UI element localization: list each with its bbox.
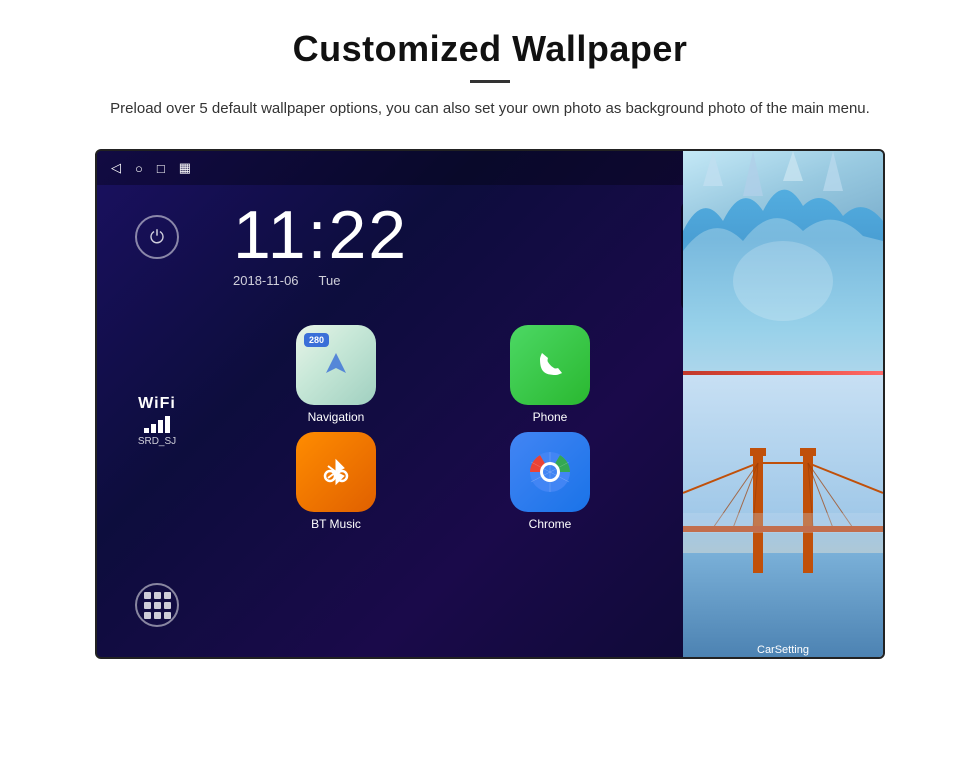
power-icon: ⏻ xyxy=(150,227,164,248)
demo-area: ◁ ○ □ ▦ 📍 ▾ 11:22 ⏻ WiFi xyxy=(0,139,980,659)
home-icon: ○ xyxy=(135,161,143,176)
apps-button[interactable] xyxy=(135,583,179,627)
navigation-icon: 280 xyxy=(296,325,376,405)
title-divider xyxy=(470,80,510,83)
wifi-ssid: SRD_SJ xyxy=(138,436,176,447)
clock-day: Tue xyxy=(319,273,341,288)
wallpaper-bridge[interactable]: CarSetting xyxy=(683,375,883,659)
bt-music-icon xyxy=(296,432,376,512)
chrome-label: Chrome xyxy=(529,517,572,531)
wifi-bar-4 xyxy=(165,416,170,433)
bt-music-label: BT Music xyxy=(311,517,361,531)
wifi-bars xyxy=(138,416,176,433)
wifi-bar-1 xyxy=(144,428,149,433)
back-icon: ◁ xyxy=(111,160,121,176)
wifi-label: WiFi xyxy=(138,395,176,413)
chrome-icon xyxy=(510,432,590,512)
navigation-label: Navigation xyxy=(308,410,365,424)
page-title: Customized Wallpaper xyxy=(80,28,900,70)
recents-icon: □ xyxy=(157,161,165,176)
phone-icon xyxy=(510,325,590,405)
wallpaper-ice[interactable] xyxy=(683,151,883,371)
wifi-widget: WiFi SRD_SJ xyxy=(138,395,176,447)
status-left: ◁ ○ □ ▦ xyxy=(111,160,191,176)
wallpaper-panel: CarSetting xyxy=(683,151,883,659)
power-button[interactable]: ⏻ xyxy=(135,215,179,259)
wifi-bar-3 xyxy=(158,420,163,433)
page-header: Customized Wallpaper Preload over 5 defa… xyxy=(0,0,980,139)
clock-time: 11:22 xyxy=(233,201,661,269)
page-description: Preload over 5 default wallpaper options… xyxy=(80,97,900,121)
app-bt-music[interactable]: BT Music xyxy=(233,432,439,531)
clock-date: 2018-11-06 Tue xyxy=(233,273,661,288)
left-sidebar: ⏻ WiFi SRD_SJ xyxy=(97,185,217,657)
apps-grid-icon xyxy=(144,592,171,619)
carsetting-label: CarSetting xyxy=(683,644,883,656)
wifi-bar-2 xyxy=(151,424,156,433)
phone-label: Phone xyxy=(533,410,568,424)
clock-date-value: 2018-11-06 xyxy=(233,273,299,288)
app-navigation[interactable]: 280 Navigation xyxy=(233,325,439,424)
nav-badge: 280 xyxy=(304,333,329,347)
phone-screen: ◁ ○ □ ▦ 📍 ▾ 11:22 ⏻ WiFi xyxy=(95,149,885,659)
screenshot-icon: ▦ xyxy=(179,160,191,176)
clock-info: 11:22 2018-11-06 Tue xyxy=(233,201,661,288)
app-phone[interactable]: Phone xyxy=(447,325,653,424)
app-chrome[interactable]: Chrome xyxy=(447,432,653,531)
